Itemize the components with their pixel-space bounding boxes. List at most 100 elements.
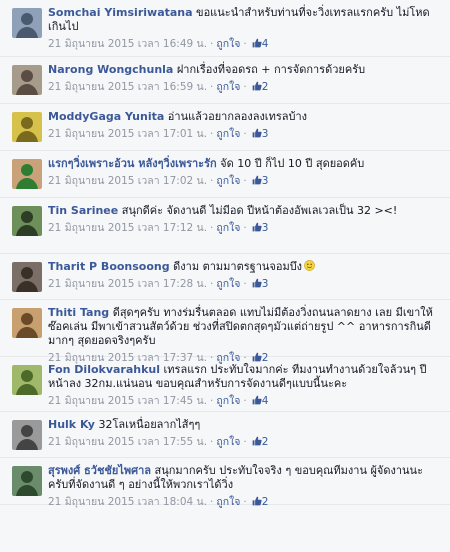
- thumbs-up-icon[interactable]: [252, 496, 262, 506]
- avatar[interactable]: [12, 365, 42, 395]
- comment-text: จัด 10 ปี ก็ไป 10 ปี สุดยอดคับ: [220, 157, 365, 170]
- comment-author[interactable]: Tin Sarinee: [48, 204, 118, 217]
- comment-item: ModdyGaga Yunita อ่านแล้วอยากลองลงเทรลบ้…: [0, 104, 450, 151]
- comment-meta: 21 มิถุนายน 2015 เวลา 18:04 น. · ถูกใจ · 2: [48, 495, 442, 509]
- like-count[interactable]: 2: [262, 436, 269, 448]
- comment-timestamp[interactable]: 21 มิถุนายน 2015 เวลา 17:45 น.: [48, 395, 207, 407]
- comment-meta: 21 มิถุนายน 2015 เวลา 17:45 น. · ถูกใจ · 4: [48, 394, 442, 408]
- comment-text: สนุกดีค่ะ จัดงานดี ไม่มีอด ปีหน้าต้องอัพ…: [121, 204, 398, 217]
- like-link[interactable]: ถูกใจ: [216, 128, 240, 140]
- comment-list: Somchai Yimsiriwatana ขอแนะนำสำหรับท่านท…: [0, 0, 450, 552]
- separator-dot: ·: [243, 175, 247, 187]
- like-count[interactable]: 2: [262, 496, 269, 508]
- comment-item: Tin Sarinee สนุกดีค่ะ จัดงานดี ไม่มีอด ป…: [0, 198, 450, 254]
- comment-timestamp[interactable]: 21 มิถุนายน 2015 เวลา 16:49 น.: [48, 38, 207, 50]
- separator-dot: ·: [243, 222, 247, 234]
- separator-dot: ·: [243, 496, 247, 508]
- comment-item: Somchai Yimsiriwatana ขอแนะนำสำหรับท่านท…: [0, 0, 450, 57]
- comment-author[interactable]: สุรพงศ์ ธวัชชัยไพศาล: [48, 464, 151, 477]
- avatar[interactable]: [12, 420, 42, 450]
- separator-dot: ·: [243, 278, 247, 290]
- comment-author[interactable]: Thiti Tang: [48, 306, 109, 319]
- comment-item: Fon Dilokvarahkul เทรลแรก ประทับใจมากค่ะ…: [0, 357, 450, 412]
- comment-text: 32โลเหนื่อยลากไส้ๆๆ: [98, 418, 201, 431]
- avatar[interactable]: [12, 206, 42, 236]
- avatar[interactable]: [12, 112, 42, 142]
- like-link[interactable]: ถูกใจ: [216, 38, 240, 50]
- comment-item: สุรพงศ์ ธวัชชัยไพศาล สนุกมากครับ ประทับใ…: [0, 458, 450, 508]
- like-link[interactable]: ถูกใจ: [216, 436, 240, 448]
- like-count[interactable]: 3: [262, 128, 269, 140]
- separator-dot: ·: [210, 496, 214, 508]
- comment-timestamp[interactable]: 21 มิถุนายน 2015 เวลา 16:59 น.: [48, 81, 207, 93]
- comment-meta: 21 มิถุนายน 2015 เวลา 17:01 น. · ถูกใจ · 3: [48, 127, 442, 141]
- separator-dot: ·: [210, 38, 214, 50]
- thumbs-up-icon[interactable]: [252, 38, 262, 48]
- like-link[interactable]: ถูกใจ: [216, 175, 240, 187]
- avatar[interactable]: [12, 262, 42, 292]
- comment-text: อ่านแล้วอยากลองลงเทรลบ้าง: [167, 110, 307, 123]
- comment-timestamp[interactable]: 21 มิถุนายน 2015 เวลา 17:01 น.: [48, 128, 207, 140]
- comment-author[interactable]: Hulk Ky: [48, 418, 95, 431]
- separator-dot: ·: [210, 436, 214, 448]
- avatar[interactable]: [12, 65, 42, 95]
- like-count[interactable]: 4: [262, 38, 269, 50]
- avatar[interactable]: [12, 8, 42, 38]
- thumbs-up-icon[interactable]: [252, 278, 262, 288]
- comment-meta: 21 มิถุนายน 2015 เวลา 17:55 น. · ถูกใจ · 2: [48, 435, 442, 449]
- separator-dot: ·: [210, 222, 214, 234]
- separator-dot: ·: [243, 38, 247, 50]
- comment-timestamp[interactable]: 21 มิถุนายน 2015 เวลา 18:04 น.: [48, 496, 207, 508]
- comment-timestamp[interactable]: 21 มิถุนายน 2015 เวลา 17:02 น.: [48, 175, 207, 187]
- comment-item: Narong Wongchunla ฝากเรื่องที่จอดรถ + กา…: [0, 57, 450, 104]
- comment-meta: 21 มิถุนายน 2015 เวลา 17:02 น. · ถูกใจ · 3: [48, 174, 442, 188]
- separator-dot: ·: [210, 278, 214, 290]
- avatar[interactable]: [12, 308, 42, 338]
- like-link[interactable]: ถูกใจ: [216, 395, 240, 407]
- like-link[interactable]: ถูกใจ: [216, 222, 240, 234]
- comment-text: ดีงาม ตามมาตรฐานจอมบึง: [173, 260, 303, 273]
- like-count[interactable]: 3: [262, 175, 269, 187]
- comment-item: Thiti Tang ดีสุดๆครับ ทางร่มรื่นตลอด แทบ…: [0, 300, 450, 364]
- separator-dot: ·: [210, 81, 214, 93]
- separator-dot: ·: [210, 128, 214, 140]
- separator-dot: ·: [243, 81, 247, 93]
- separator-dot: ·: [243, 436, 247, 448]
- thumbs-up-icon[interactable]: [252, 81, 262, 91]
- like-link[interactable]: ถูกใจ: [216, 278, 240, 290]
- comment-meta: 21 มิถุนายน 2015 เวลา 16:59 น. · ถูกใจ · 2: [48, 80, 442, 94]
- separator-dot: ·: [243, 128, 247, 140]
- comment-timestamp[interactable]: 21 มิถุนายน 2015 เวลา 17:28 น.: [48, 278, 207, 290]
- thumbs-up-icon[interactable]: [252, 395, 262, 405]
- comment-item: Tharit P Boonsoong ดีงาม ตามมาตรฐานจอมบึ…: [0, 254, 450, 300]
- separator-dot: ·: [210, 175, 214, 187]
- comment-meta: 21 มิถุนายน 2015 เวลา 17:28 น. · ถูกใจ · 3: [48, 277, 442, 291]
- avatar[interactable]: [12, 159, 42, 189]
- comment-timestamp[interactable]: 21 มิถุนายน 2015 เวลา 17:55 น.: [48, 436, 207, 448]
- like-count[interactable]: 4: [262, 395, 269, 407]
- separator-dot: ·: [210, 395, 214, 407]
- thumbs-up-icon[interactable]: [252, 128, 262, 138]
- thumbs-up-icon[interactable]: [252, 175, 262, 185]
- like-link[interactable]: ถูกใจ: [216, 81, 240, 93]
- like-count[interactable]: 3: [262, 278, 269, 290]
- comment-author[interactable]: Somchai Yimsiriwatana: [48, 6, 193, 19]
- avatar[interactable]: [12, 466, 42, 496]
- like-count[interactable]: 2: [262, 81, 269, 93]
- comment-author[interactable]: Narong Wongchunla: [48, 63, 173, 76]
- comment-timestamp[interactable]: 21 มิถุนายน 2015 เวลา 17:12 น.: [48, 222, 207, 234]
- comment-text: ฝากเรื่องที่จอดรถ + การจัดการด้วยครับ: [176, 63, 366, 76]
- comment-author[interactable]: แรกๆวิ่งเพราะอ้วน หลังๆวิ่งเพราะรัก: [48, 157, 217, 170]
- comment-author[interactable]: Tharit P Boonsoong: [48, 260, 170, 273]
- like-count[interactable]: 3: [262, 222, 269, 234]
- comment-meta: 21 มิถุนายน 2015 เวลา 16:49 น. · ถูกใจ · 4: [48, 37, 442, 51]
- like-link[interactable]: ถูกใจ: [216, 496, 240, 508]
- thumbs-up-icon[interactable]: [252, 436, 262, 446]
- separator-dot: ·: [243, 395, 247, 407]
- comment-item: Hulk Ky 32โลเหนื่อยลากไส้ๆๆ 21 มิถุนายน 2…: [0, 412, 450, 458]
- smiley-emoji-icon: [304, 260, 315, 271]
- comment-author[interactable]: Fon Dilokvarahkul: [48, 363, 160, 376]
- comment-author[interactable]: ModdyGaga Yunita: [48, 110, 164, 123]
- comment-meta: 21 มิถุนายน 2015 เวลา 17:12 น. · ถูกใจ · 3: [48, 221, 442, 235]
- thumbs-up-icon[interactable]: [252, 222, 262, 232]
